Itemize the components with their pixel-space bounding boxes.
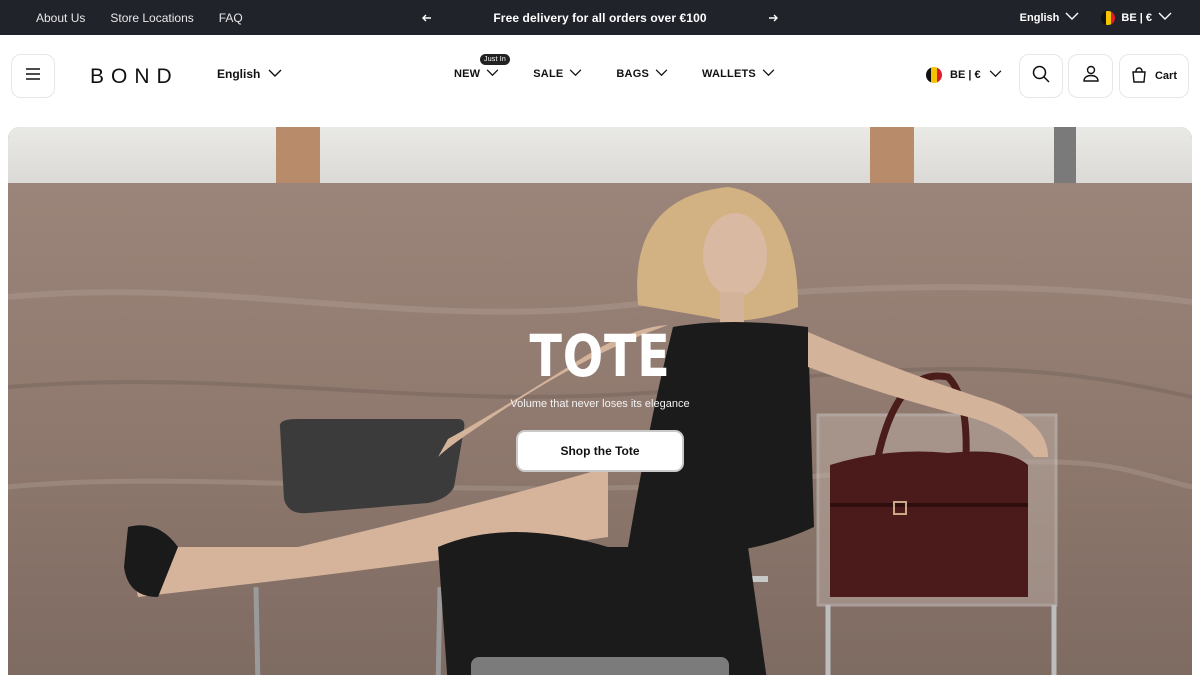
just-in-badge: Just In <box>480 54 511 65</box>
hero-banner[interactable]: TOTE Volume that never loses its eleganc… <box>8 127 1192 675</box>
search-button[interactable] <box>1019 54 1063 98</box>
language-label: English <box>217 67 261 81</box>
search-icon <box>1032 65 1050 88</box>
cart-button[interactable]: Cart <box>1119 54 1189 98</box>
promo-message: Free delivery for all orders over €100 <box>493 10 707 25</box>
nav-item-new[interactable]: Just In NEW <box>454 54 511 80</box>
main-header: BOND English Just In NEW SALE BAGS WALLE… <box>0 35 1200 117</box>
belgium-flag-icon <box>1101 10 1116 25</box>
menu-button[interactable] <box>11 54 55 98</box>
region-select[interactable]: BE | € <box>926 67 1002 83</box>
hero-product-preview[interactable] <box>471 657 729 675</box>
nav-label: WALLETS <box>702 68 756 80</box>
chevron-down-icon <box>569 68 582 80</box>
topbar-selectors: English BE | € <box>1020 0 1172 35</box>
nav-item-sale[interactable]: SALE <box>533 68 582 80</box>
faq-link[interactable]: FAQ <box>219 11 243 25</box>
nav-label: NEW <box>454 68 481 80</box>
utility-links: About Us Store Locations FAQ <box>36 0 243 35</box>
brand-logo[interactable]: BOND <box>90 65 179 89</box>
about-us-link[interactable]: About Us <box>36 11 85 25</box>
chevron-down-icon <box>655 68 668 80</box>
nav-label: BAGS <box>616 68 649 80</box>
user-icon <box>1082 65 1100 88</box>
hero-subtitle: Volume that never loses its elegance <box>510 398 690 410</box>
promo-carousel: Free delivery for all orders over €100 <box>420 0 780 35</box>
topbar-region-label: BE | € <box>1121 11 1152 24</box>
topbar-region-select[interactable]: BE | € <box>1101 10 1172 25</box>
belgium-flag-icon <box>926 67 942 83</box>
shop-the-tote-button[interactable]: Shop the Tote <box>516 430 684 472</box>
language-select[interactable]: English <box>217 67 282 81</box>
cart-label: Cart <box>1154 70 1177 82</box>
bag-icon <box>1131 66 1147 86</box>
chevron-down-icon <box>1065 11 1079 24</box>
chevron-down-icon <box>989 69 1002 81</box>
topbar-language-label: English <box>1019 11 1060 24</box>
menu-icon <box>25 67 41 85</box>
main-nav: Just In NEW SALE BAGS WALLETS <box>454 54 775 80</box>
nav-item-wallets[interactable]: WALLETS <box>702 68 775 80</box>
chevron-down-icon <box>762 68 775 80</box>
arrow-right-icon[interactable] <box>766 11 780 25</box>
chevron-down-icon <box>486 68 499 80</box>
announcement-bar: About Us Store Locations FAQ Free delive… <box>0 0 1200 35</box>
account-button[interactable] <box>1068 54 1113 98</box>
topbar-language-select[interactable]: English <box>1020 11 1080 24</box>
chevron-down-icon <box>1158 11 1172 24</box>
arrow-left-icon[interactable] <box>420 11 434 25</box>
nav-label: SALE <box>533 68 564 80</box>
store-locations-link[interactable]: Store Locations <box>110 11 193 25</box>
region-label: BE | € <box>950 69 981 81</box>
hero-title: TOTE <box>529 322 671 390</box>
chevron-down-icon <box>268 67 282 81</box>
nav-item-bags[interactable]: BAGS <box>616 68 668 80</box>
